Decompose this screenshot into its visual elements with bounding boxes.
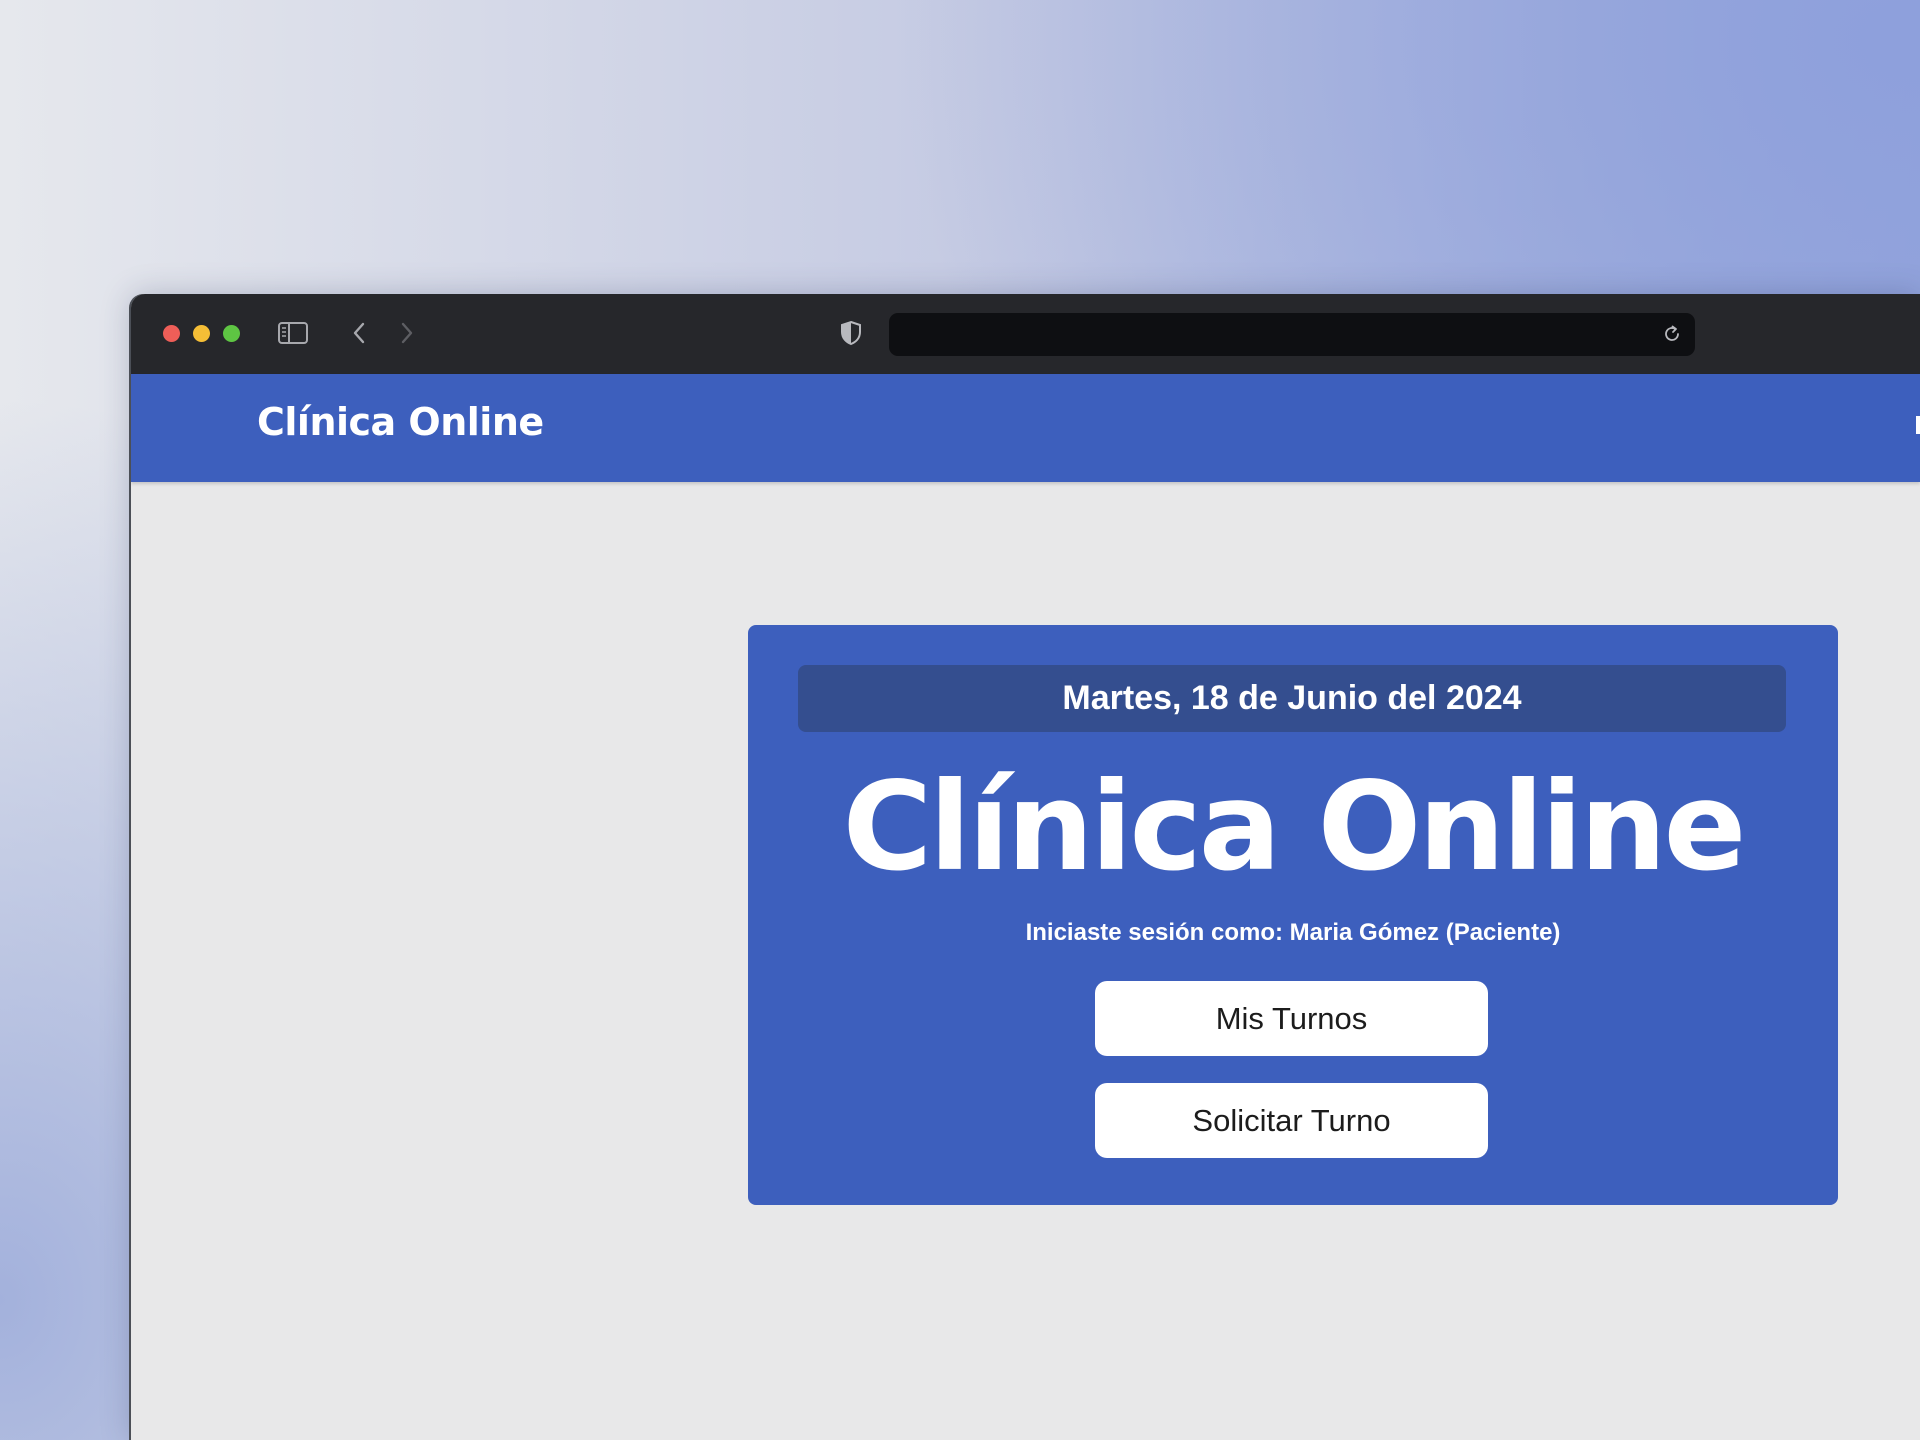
sidebar-toggle-icon[interactable] (277, 317, 309, 349)
chevron-right-icon[interactable] (393, 317, 421, 349)
shield-icon[interactable] (837, 317, 865, 349)
hero-title: Clínica Online (842, 756, 1747, 898)
navbar-brand[interactable]: Clínica Online (257, 400, 544, 444)
reload-icon[interactable] (1659, 321, 1685, 347)
welcome-card: Martes, 18 de Junio del 2024 Clínica Onl… (748, 625, 1838, 1205)
maximize-window-button[interactable] (223, 325, 240, 342)
current-date: Martes, 18 de Junio del 2024 (798, 665, 1786, 732)
chevron-left-icon[interactable] (345, 317, 373, 349)
session-info: Iniciaste sesión como: Maria Gómez (Paci… (1025, 919, 1561, 946)
navbar-cutoff-item (1916, 416, 1920, 434)
close-window-button[interactable] (163, 325, 180, 342)
minimize-window-button[interactable] (193, 325, 210, 342)
mis-turnos-button[interactable]: Mis Turnos (1095, 981, 1488, 1056)
browser-titlebar (131, 294, 1920, 374)
solicitar-turno-button[interactable]: Solicitar Turno (1095, 1083, 1488, 1158)
address-bar[interactable] (889, 313, 1695, 356)
browser-window: Clínica Online Martes, 18 de Junio del 2… (131, 294, 1920, 1440)
site-navbar: Clínica Online (131, 374, 1920, 482)
